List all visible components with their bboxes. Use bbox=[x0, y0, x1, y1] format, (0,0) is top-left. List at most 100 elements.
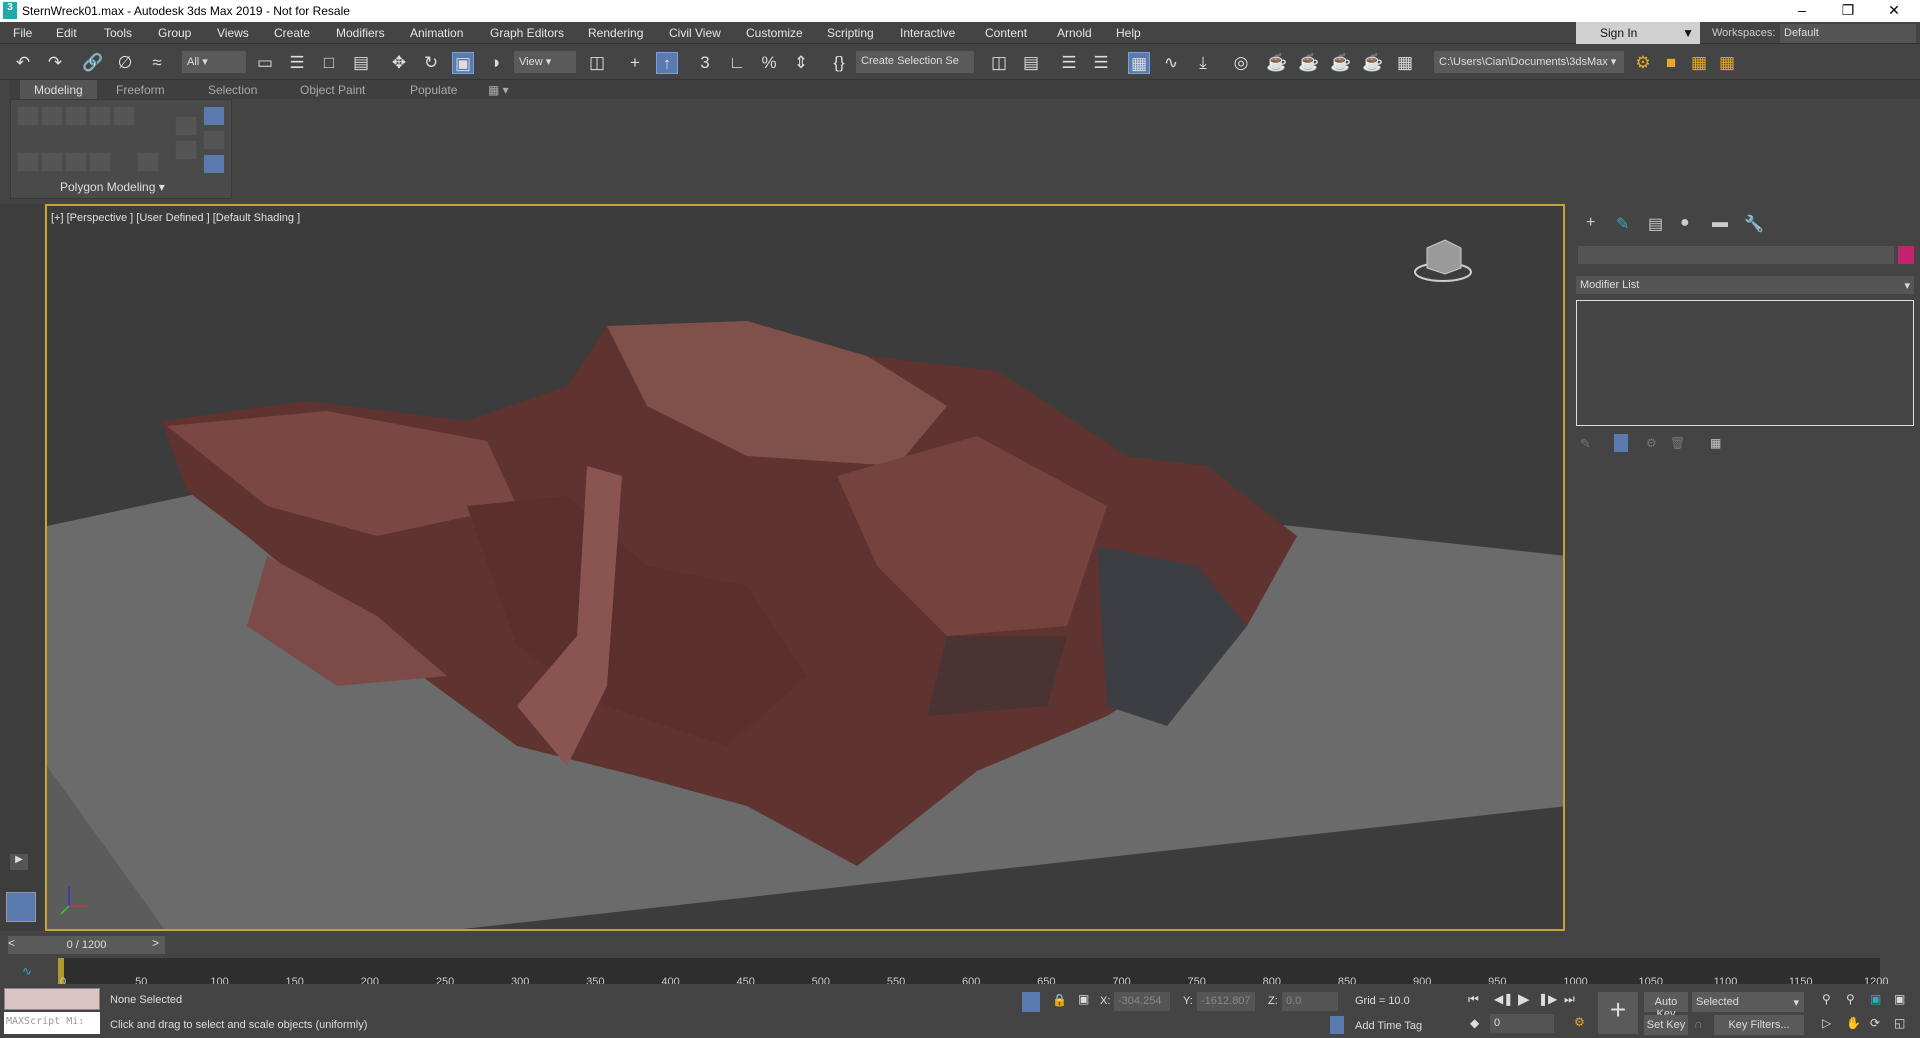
orbit-icon[interactable]: ⟳ bbox=[1870, 1016, 1880, 1030]
menu-create[interactable]: Create bbox=[274, 26, 310, 40]
auto-key-button[interactable]: Auto Key bbox=[1644, 992, 1688, 1020]
ribbon-tool-icon[interactable] bbox=[175, 116, 197, 136]
render-gallery-icon[interactable]: ▦ bbox=[1394, 52, 1416, 74]
isolate-selection-icon[interactable] bbox=[1022, 992, 1040, 1012]
curve-editor-icon[interactable]: ∿ bbox=[1160, 52, 1182, 74]
maxscript-listener[interactable] bbox=[4, 988, 100, 1010]
pin-stack-icon[interactable]: ✎ bbox=[1580, 436, 1591, 452]
sign-in-button[interactable]: Sign In ▼ bbox=[1576, 22, 1700, 44]
render-cloud-icon[interactable]: ☕ bbox=[1362, 52, 1384, 74]
render-setup-icon[interactable]: ☕ bbox=[1266, 52, 1288, 74]
z-coordinate-field[interactable]: 0.0 bbox=[1282, 992, 1338, 1011]
menu-group[interactable]: Group bbox=[158, 26, 191, 40]
ribbon-tool-icon[interactable] bbox=[175, 140, 197, 160]
align-icon[interactable]: ▤ bbox=[1020, 52, 1042, 74]
ribbon-tool-icon[interactable] bbox=[137, 152, 159, 172]
zoom-extents-icon[interactable]: ▣ bbox=[1870, 992, 1881, 1006]
menu-content[interactable]: Content bbox=[985, 26, 1027, 40]
project-settings-icon[interactable]: ⚙ bbox=[1632, 52, 1654, 74]
motion-tab-icon[interactable]: ● bbox=[1680, 214, 1690, 232]
set-key-button[interactable]: Set Key bbox=[1644, 1015, 1688, 1035]
key-filters-button[interactable]: Key Filters... bbox=[1714, 1015, 1804, 1035]
select-by-name-icon[interactable]: ☰ bbox=[286, 52, 308, 74]
percent-snap-icon[interactable]: % bbox=[758, 52, 780, 74]
undo-icon[interactable]: ↶ bbox=[12, 52, 34, 74]
keyboard-shortcut-override-icon[interactable]: ↑ bbox=[656, 52, 678, 74]
ribbon-tool-icon[interactable] bbox=[17, 152, 39, 172]
menu-animation[interactable]: Animation bbox=[410, 26, 463, 40]
select-manipulate-icon[interactable]: + bbox=[624, 52, 646, 74]
add-time-tag-button[interactable]: Add Time Tag bbox=[1355, 1020, 1422, 1032]
current-frame-field[interactable]: 0 bbox=[1490, 1014, 1554, 1033]
minimize-button[interactable]: – bbox=[1782, 2, 1822, 18]
menu-help[interactable]: Help bbox=[1116, 26, 1141, 40]
time-slider-next[interactable]: > bbox=[152, 936, 159, 950]
spinner-snap-icon[interactable]: ⇕ bbox=[790, 52, 812, 74]
project-tree-icon[interactable]: ▦ bbox=[1688, 52, 1710, 74]
ribbon-tool-icon[interactable] bbox=[17, 106, 39, 126]
field-of-view-icon[interactable]: ▷ bbox=[1822, 1016, 1831, 1030]
maximize-viewport-icon[interactable]: ◱ bbox=[1894, 1016, 1905, 1030]
scene-explorer-icon[interactable]: ☰ bbox=[1058, 52, 1080, 74]
bind-space-warp-icon[interactable]: ≈ bbox=[146, 52, 168, 74]
schematic-view-icon[interactable]: ⤓ bbox=[1192, 52, 1214, 74]
unlink-icon[interactable]: ∅ bbox=[114, 52, 136, 74]
tab-modeling[interactable]: Modeling bbox=[20, 80, 97, 99]
polygon-modeling-panel-toggle[interactable]: Polygon Modeling ▾ bbox=[60, 180, 165, 194]
mirror-icon[interactable]: ◫ bbox=[988, 52, 1010, 74]
utilities-tab-icon[interactable]: 🔧 bbox=[1744, 214, 1764, 234]
object-color-swatch[interactable] bbox=[1898, 246, 1914, 264]
ribbon-tool-icon[interactable] bbox=[41, 152, 63, 172]
ribbon-options-icon[interactable]: ▦ ▾ bbox=[488, 83, 509, 97]
time-slider[interactable]: 0 / 1200 bbox=[8, 936, 165, 954]
project-structure-icon[interactable]: ▦ bbox=[1716, 52, 1738, 74]
time-tag-icon[interactable] bbox=[1330, 1016, 1344, 1034]
menu-arnold[interactable]: Arnold bbox=[1057, 26, 1092, 40]
ribbon-tool-icon[interactable] bbox=[65, 152, 87, 172]
go-to-start-icon[interactable]: ⏮ bbox=[1468, 992, 1479, 1007]
previous-frame-icon[interactable]: ◀❚ bbox=[1494, 992, 1513, 1006]
rectangular-selection-icon[interactable]: □ bbox=[318, 52, 340, 74]
tab-selection[interactable]: Selection bbox=[208, 83, 257, 97]
selection-lock-icon[interactable]: 🔒 bbox=[1052, 993, 1067, 1007]
menu-file[interactable]: File bbox=[13, 26, 32, 40]
viewport-layout-icon[interactable] bbox=[6, 892, 36, 922]
select-object-icon[interactable]: ▭ bbox=[254, 52, 276, 74]
absolute-mode-icon[interactable]: ▣ bbox=[1078, 992, 1089, 1006]
menu-interactive[interactable]: Interactive bbox=[900, 26, 955, 40]
hierarchy-tab-icon[interactable]: ▤ bbox=[1648, 214, 1663, 234]
modifier-list-dropdown[interactable]: Modifier List ▾ bbox=[1576, 276, 1914, 294]
set-keys-button[interactable]: + bbox=[1598, 992, 1638, 1034]
make-unique-icon[interactable]: ⚙ bbox=[1646, 436, 1657, 450]
snaps-toggle-icon[interactable]: 3 bbox=[694, 52, 716, 74]
menu-views[interactable]: Views bbox=[217, 26, 249, 40]
tab-freeform[interactable]: Freeform bbox=[116, 83, 165, 97]
ribbon-tool-icon[interactable] bbox=[203, 106, 225, 126]
configure-modifier-sets-icon[interactable]: ▦ bbox=[1710, 436, 1721, 450]
time-slider-prev[interactable]: < bbox=[8, 936, 15, 950]
modify-tab-icon[interactable]: ✎ bbox=[1616, 214, 1629, 234]
tab-populate[interactable]: Populate bbox=[410, 83, 457, 97]
ribbon-tool-icon[interactable] bbox=[89, 106, 111, 126]
x-coordinate-field[interactable]: -304.254 bbox=[1114, 992, 1170, 1011]
render-production-icon[interactable]: ☕ bbox=[1330, 52, 1352, 74]
menu-civil-view[interactable]: Civil View bbox=[669, 26, 721, 40]
project-folder-icon[interactable]: ■ bbox=[1660, 52, 1682, 74]
menu-graph-editors[interactable]: Graph Editors bbox=[490, 26, 564, 40]
key-mode-dropdown[interactable]: Selected ▾ bbox=[1692, 992, 1804, 1012]
curve-editor-mini-icon[interactable]: ∿ bbox=[22, 964, 32, 978]
show-end-result-icon[interactable] bbox=[1614, 434, 1628, 452]
material-editor-icon[interactable]: ◎ bbox=[1230, 52, 1252, 74]
named-selection-dropdown[interactable]: Create Selection Se bbox=[856, 51, 974, 73]
edit-named-selection-icon[interactable]: {} bbox=[828, 52, 850, 74]
remove-modifier-icon[interactable]: 🗑 bbox=[1670, 436, 1685, 450]
key-mode-icon[interactable]: ◆ bbox=[1470, 1016, 1479, 1030]
workspace-dropdown[interactable]: Default bbox=[1780, 24, 1916, 43]
ribbon-tool-icon[interactable] bbox=[41, 106, 63, 126]
window-crossing-icon[interactable]: ▤ bbox=[350, 52, 372, 74]
viewport-label[interactable]: [+] [Perspective ] [User Defined ] [Defa… bbox=[51, 212, 300, 224]
play-viewport-icon[interactable]: ▶ bbox=[10, 854, 28, 870]
time-configuration-icon[interactable]: ⚙ bbox=[1574, 1015, 1585, 1029]
next-frame-icon[interactable]: ❚▶ bbox=[1538, 992, 1557, 1006]
place-icon[interactable]: ◑ bbox=[484, 52, 506, 74]
